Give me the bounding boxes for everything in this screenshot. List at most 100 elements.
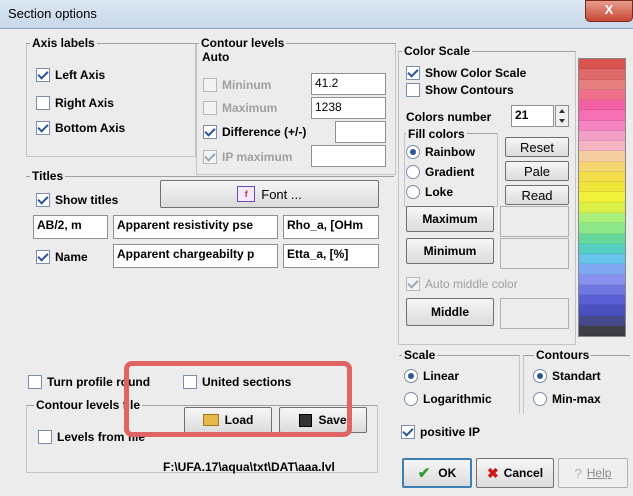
- color-swatch: [579, 89, 625, 101]
- minimum-color-button[interactable]: Minimum: [406, 238, 494, 264]
- help-icon: ?: [574, 465, 582, 481]
- rainbow-radio[interactable]: Rainbow: [406, 145, 475, 159]
- spin-down-icon[interactable]: [559, 119, 565, 123]
- checkbox-box[interactable]: [36, 193, 50, 207]
- color-swatch: [579, 182, 625, 193]
- color-swatch: [579, 305, 625, 316]
- title-bar: Section options X: [0, 0, 633, 29]
- color-swatch: [579, 130, 625, 142]
- checkbox-box[interactable]: [401, 425, 415, 439]
- bottom-axis-checkbox[interactable]: Bottom Axis: [36, 121, 125, 135]
- titles-title: Titles: [30, 169, 66, 183]
- checkbox-box[interactable]: [36, 121, 50, 135]
- left-axis-checkbox[interactable]: Left Axis: [36, 68, 105, 82]
- reset-button[interactable]: Reset: [505, 137, 569, 157]
- help-button[interactable]: ? Help: [558, 458, 628, 488]
- right-axis-checkbox[interactable]: Right Axis: [36, 96, 114, 110]
- color-swatch: [579, 223, 625, 234]
- radio-dot[interactable]: [533, 392, 547, 406]
- radio-dot[interactable]: [406, 185, 420, 199]
- middle-color-button[interactable]: Middle: [406, 298, 494, 326]
- checkbox-box[interactable]: [28, 375, 42, 389]
- loke-radio[interactable]: Loke: [406, 185, 453, 199]
- checkbox-box[interactable]: [36, 68, 50, 82]
- color-swatch: [579, 315, 625, 326]
- checkbox-box[interactable]: [203, 125, 217, 139]
- name-unit-input[interactable]: Etta_a, [%]: [283, 244, 379, 268]
- maximum-color-button[interactable]: Maximum: [406, 206, 494, 232]
- x-icon: ✖: [486, 464, 499, 481]
- middle-color-swatch[interactable]: [500, 298, 569, 329]
- checkbox-box[interactable]: [406, 66, 420, 80]
- radio-dot[interactable]: [404, 392, 418, 406]
- maximum-checkbox[interactable]: Maximum: [203, 101, 277, 115]
- radio-dot[interactable]: [404, 369, 418, 383]
- color-swatch: [579, 171, 625, 183]
- checkbox-box[interactable]: [203, 101, 217, 115]
- x-axis-title-input[interactable]: AB/2, m: [33, 215, 108, 239]
- minimum-color-swatch[interactable]: [500, 238, 569, 269]
- color-swatch: [579, 254, 625, 265]
- name-checkbox[interactable]: Name: [36, 250, 88, 264]
- check-icon: ✔: [417, 465, 431, 482]
- color-swatch: [579, 69, 625, 80]
- ip-maximum-input[interactable]: [311, 145, 386, 167]
- cancel-button[interactable]: ✖ Cancel: [476, 458, 554, 488]
- checkbox-box[interactable]: [406, 83, 420, 97]
- color-swatch: [579, 295, 625, 306]
- font-button[interactable]: f Font ...: [160, 180, 379, 208]
- dialog-body: Axis labels Left Axis Right Axis Bottom …: [0, 29, 633, 496]
- minimum-input[interactable]: 41.2: [311, 73, 386, 95]
- show-contours-checkbox[interactable]: Show Contours: [406, 83, 514, 97]
- minimum-checkbox[interactable]: Mininum: [203, 78, 271, 92]
- show-color-scale-checkbox[interactable]: Show Color Scale: [406, 66, 526, 80]
- main-title-input[interactable]: Apparent resistivity pse: [113, 215, 278, 239]
- contour-levels-title: Contour levels: [199, 36, 287, 50]
- color-swatch: [579, 151, 625, 162]
- colors-number-input[interactable]: 21: [511, 105, 554, 127]
- checkbox-box[interactable]: [36, 96, 50, 110]
- colors-number-spinner[interactable]: [555, 105, 569, 127]
- standart-radio[interactable]: Standart: [533, 369, 601, 383]
- radio-dot[interactable]: [406, 165, 420, 179]
- window-title: Section options: [8, 6, 97, 21]
- difference-input[interactable]: [335, 121, 386, 143]
- color-swatch: [579, 120, 625, 131]
- name-title-input[interactable]: Apparent chargeabilty p: [113, 244, 278, 268]
- checkbox-box[interactable]: [36, 250, 50, 264]
- radio-dot[interactable]: [533, 369, 547, 383]
- read-button[interactable]: Read: [505, 185, 569, 205]
- difference-checkbox[interactable]: Difference (+/-): [203, 125, 306, 139]
- axis-labels-title: Axis labels: [30, 36, 97, 50]
- logarithmic-radio[interactable]: Logarithmic: [404, 392, 492, 406]
- color-scale-title: Color Scale: [402, 44, 473, 58]
- contours-title: Contours: [534, 348, 592, 362]
- checkbox-box[interactable]: [406, 277, 420, 291]
- color-palette: [578, 58, 626, 337]
- color-swatch: [579, 212, 625, 224]
- maximum-input[interactable]: 1238: [311, 97, 386, 119]
- fill-colors-title: Fill colors: [406, 127, 467, 141]
- color-swatch: [579, 161, 625, 172]
- checkbox-box[interactable]: [38, 430, 52, 444]
- positive-ip-checkbox[interactable]: positive IP: [401, 425, 480, 439]
- pale-button[interactable]: Pale: [505, 161, 569, 181]
- linear-radio[interactable]: Linear: [404, 369, 459, 383]
- color-swatch: [579, 264, 625, 275]
- close-button[interactable]: X: [585, 0, 633, 22]
- gradient-radio[interactable]: Gradient: [406, 165, 474, 179]
- ok-button[interactable]: ✔ OK: [402, 458, 472, 488]
- show-titles-checkbox[interactable]: Show titles: [36, 193, 118, 207]
- auto-middle-color-checkbox[interactable]: Auto middle color: [406, 277, 518, 291]
- y-axis-title-input[interactable]: Rho_a, [OHm: [283, 215, 379, 239]
- checkbox-box[interactable]: [203, 150, 217, 164]
- spin-up-icon[interactable]: [559, 109, 565, 113]
- radio-dot[interactable]: [406, 145, 420, 159]
- font-icon: f: [237, 186, 256, 202]
- color-swatch: [579, 325, 625, 337]
- levels-file-path: F:\UFA.17\aqua\txt\DAT\aaa.lvl: [163, 460, 335, 474]
- checkbox-box[interactable]: [203, 78, 217, 92]
- maximum-color-swatch[interactable]: [500, 206, 569, 237]
- min-max-radio[interactable]: Min-max: [533, 392, 601, 406]
- ip-maximum-checkbox[interactable]: IP maximum: [203, 150, 292, 164]
